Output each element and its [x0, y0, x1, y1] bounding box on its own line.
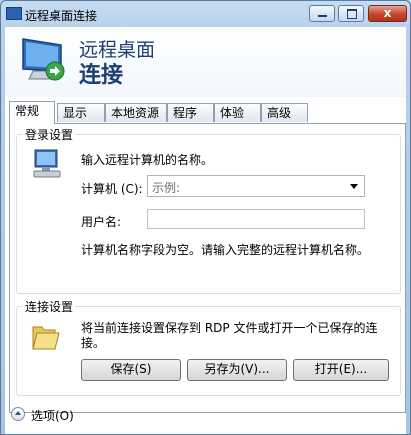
- tab-experience[interactable]: 体验: [214, 103, 261, 122]
- close-button[interactable]: x: [368, 5, 407, 22]
- maximize-button[interactable]: [338, 5, 364, 22]
- connection-description-line1: 将当前连接设置保存到 RDP 文件或打开一个已保存的连: [81, 321, 378, 335]
- dialog-header: 远程桌面 连接: [5, 27, 406, 97]
- app-icon: [6, 7, 22, 20]
- general-tab-panel: 登录设置 输入远程计算机的名称。 计算机 (C): 示例: 用户名: 计算机名称…: [9, 123, 406, 413]
- save-as-button[interactable]: 另存为(V)...: [187, 359, 287, 381]
- login-settings-label: 登录设置: [23, 126, 76, 143]
- tab-local-resources[interactable]: 本地资源: [105, 103, 167, 122]
- save-button[interactable]: 保存(S): [81, 359, 181, 381]
- header-title-line2: 连接: [79, 63, 124, 88]
- remote-desktop-monitor-icon: [22, 38, 65, 81]
- connection-settings-group: 连接设置 将当前连接设置保存到 RDP 文件或打开一个已保存的连 接。 保存(S…: [16, 298, 401, 396]
- dialog-content: 远程桌面 连接 常规 显示 本地资源 程序 体验 高级 登录设置 输入远程计算机…: [5, 27, 406, 434]
- computer-empty-warning: 计算机名称字段为空。请输入完整的远程计算机名称。: [81, 243, 370, 257]
- computer-combobox[interactable]: 示例:: [147, 175, 365, 197]
- expand-options-icon[interactable]: [11, 407, 25, 421]
- computer-prompt: 输入远程计算机的名称。: [81, 153, 214, 167]
- login-settings-group: 登录设置 输入远程计算机的名称。 计算机 (C): 示例: 用户名: 计算机名称…: [16, 126, 401, 294]
- tab-advanced[interactable]: 高级: [261, 103, 308, 122]
- computer-icon: [33, 149, 61, 178]
- connection-description-line2: 接。: [81, 336, 106, 350]
- tab-general[interactable]: 常规: [9, 101, 55, 124]
- open-button[interactable]: 打开(E)...: [293, 359, 389, 381]
- tab-programs[interactable]: 程序: [167, 103, 214, 122]
- connection-settings-label: 连接设置: [23, 298, 76, 315]
- window-title: 远程桌面连接: [25, 9, 98, 23]
- minimize-button[interactable]: [309, 5, 335, 22]
- tab-display[interactable]: 显示: [57, 103, 105, 122]
- username-label: 用户名:: [81, 215, 122, 229]
- dropdown-arrow-icon[interactable]: [350, 184, 358, 189]
- computer-label: 计算机 (C):: [81, 182, 143, 196]
- remote-desktop-window: 远程桌面连接 x 远程桌面 连接 常规 显示 本地资源 程序 体验 高级 登录设…: [0, 0, 411, 435]
- username-field[interactable]: [147, 209, 365, 229]
- options-label[interactable]: 选项(O): [31, 407, 74, 424]
- folder-icon: [32, 326, 60, 350]
- close-icon: x: [383, 6, 392, 20]
- title-bar[interactable]: 远程桌面连接 x: [1, 1, 410, 27]
- computer-combobox-value: 示例:: [152, 181, 181, 195]
